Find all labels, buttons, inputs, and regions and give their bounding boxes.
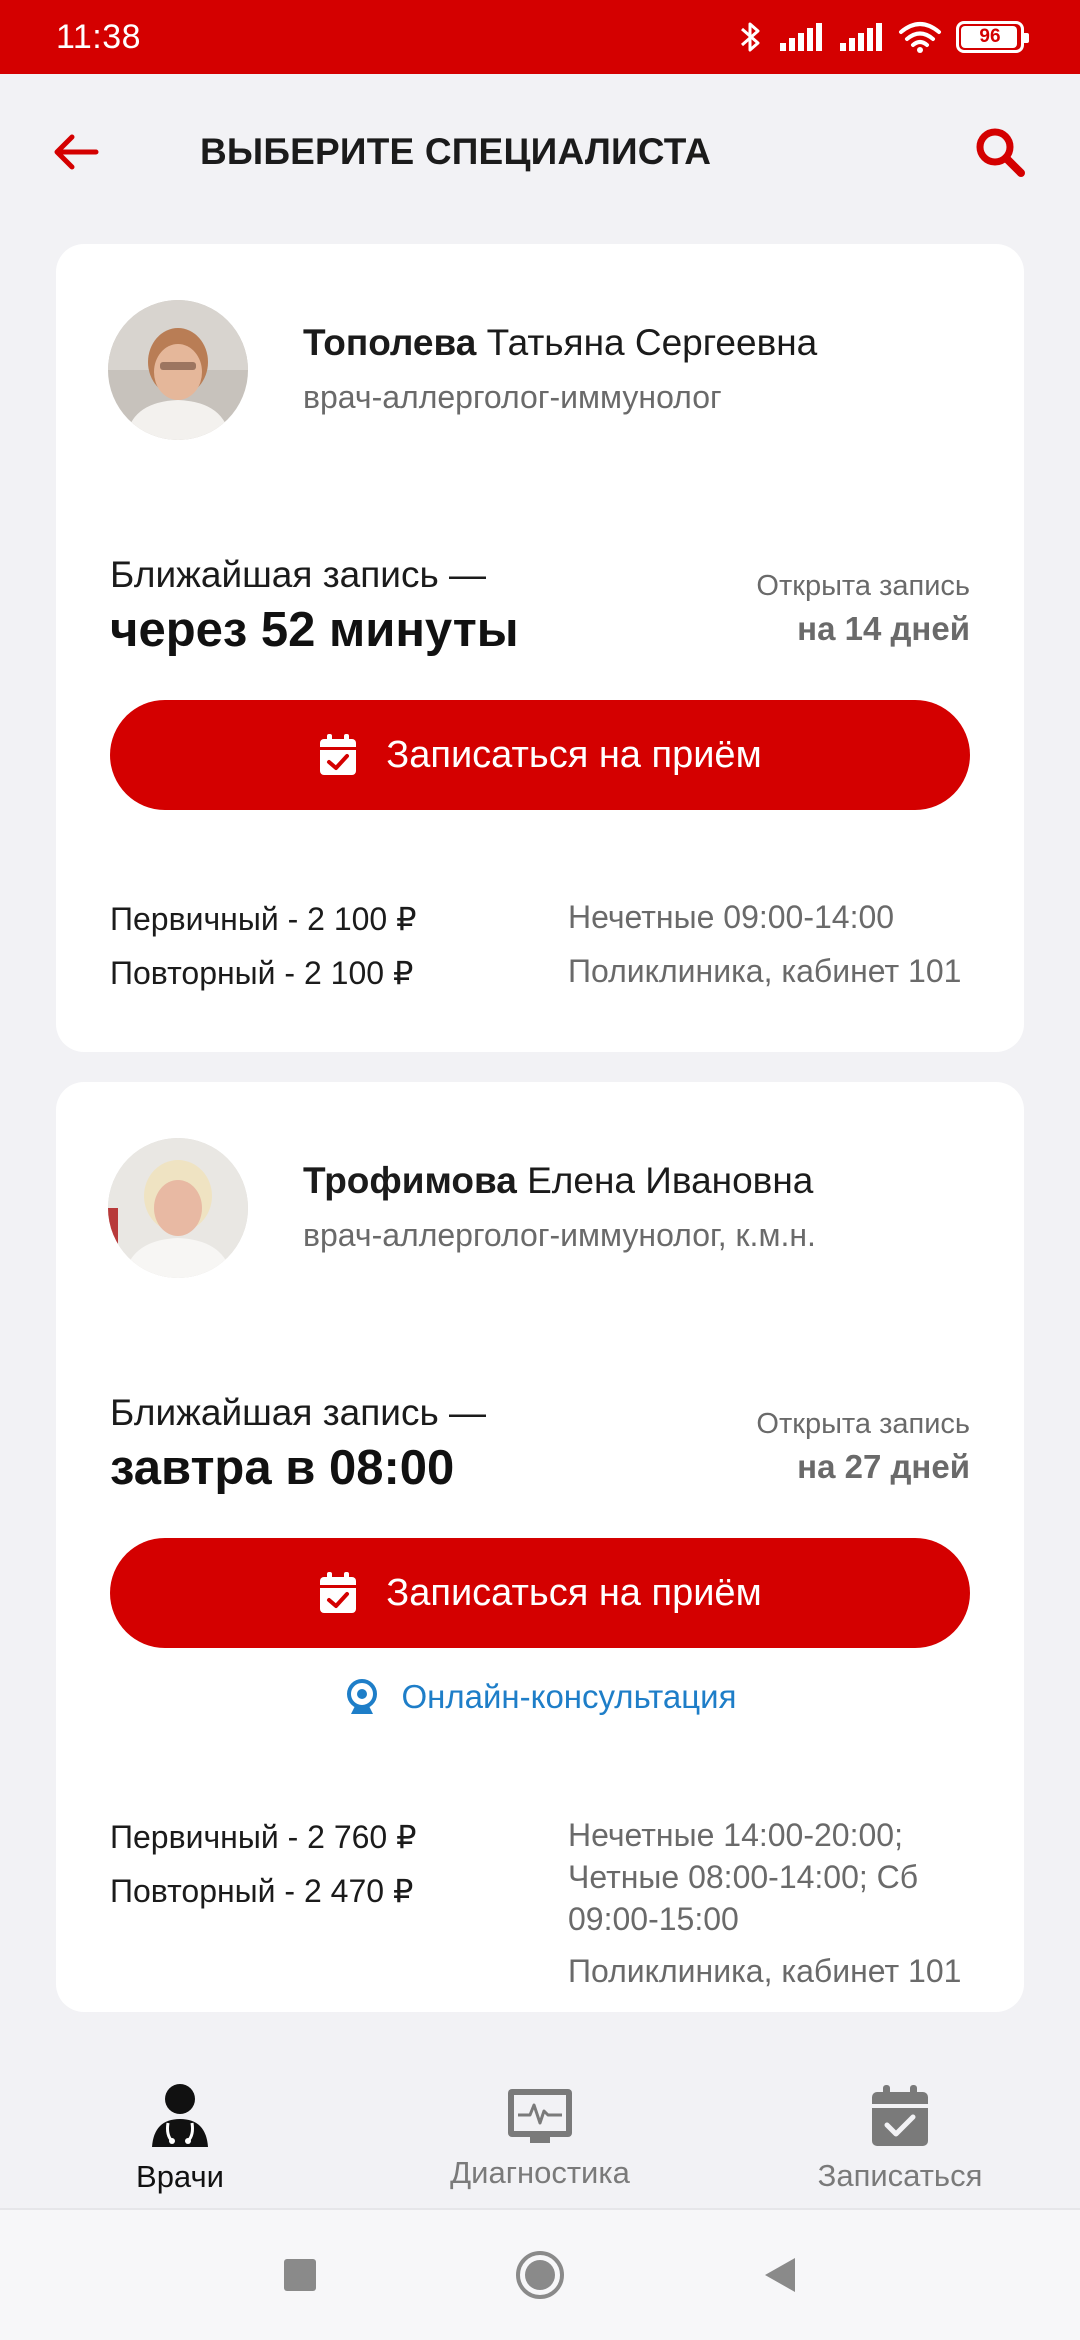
- price-primary: Первичный - 2 760 ₽: [110, 1819, 417, 1855]
- price-repeat: Повторный - 2 470 ₽: [110, 1873, 414, 1909]
- booking-open-label: Открыта запись: [756, 570, 970, 602]
- doctor-avatar: [108, 1138, 248, 1278]
- monitor-pulse-icon: [508, 2089, 572, 2143]
- bluetooth-icon: [741, 22, 760, 52]
- next-appointment-value: через 52 минуты: [110, 603, 519, 657]
- schedule-line: Нечетные 14:00-20:00;: [568, 1817, 903, 1853]
- schedule-line: Четные 08:00-14:00; Сб: [568, 1859, 919, 1895]
- next-appointment-label: Ближайшая запись —: [110, 1392, 486, 1433]
- status-icons: 96: [738, 19, 1029, 55]
- doctor-icon: [152, 2084, 208, 2147]
- square-icon: [284, 2259, 316, 2291]
- booking-open-value: на 27 дней: [797, 1448, 970, 1485]
- booking-open-value: на 14 дней: [797, 610, 970, 647]
- page-title: ВЫБЕРИТЕ СПЕЦИАЛИСТА: [200, 131, 712, 172]
- doctor-avatar: [108, 300, 248, 440]
- doctor-specialty: врач-аллерголог-иммунолог, к.м.н.: [303, 1217, 816, 1253]
- doctor-surname: Трофимова: [303, 1160, 517, 1201]
- battery-level: 96: [979, 26, 1001, 47]
- doctor-name: Тополева Татьяна Сергеевна: [303, 322, 817, 364]
- nav-label: Врачи: [136, 2159, 224, 2194]
- wifi-icon: [899, 22, 941, 53]
- nav-item-doctors[interactable]: Врачи: [0, 2048, 360, 2210]
- location: Поликлиника, кабинет 101: [568, 1953, 962, 1989]
- bottom-navigation: Врачи Диагностика Записаться: [0, 2048, 1080, 2210]
- system-back-button[interactable]: [745, 2240, 815, 2310]
- doctor-given-name: Татьяна Сергеевна: [486, 322, 818, 363]
- schedule-line: 09:00-15:00: [568, 1901, 739, 1937]
- location: Поликлиника, кабинет 101: [568, 953, 962, 989]
- doctor-given-name: Елена Ивановна: [527, 1160, 814, 1201]
- circle-icon: [516, 2251, 564, 2299]
- search-icon: [976, 128, 1025, 177]
- doctor-card[interactable]: Трофимова Елена Ивановна врач-аллерголог…: [56, 1082, 1024, 2012]
- schedule: Нечетные 14:00-20:00; Четные 08:00-14:00…: [568, 1814, 988, 1940]
- triangle-back-icon: [765, 2258, 795, 2292]
- back-button[interactable]: [48, 124, 104, 180]
- book-appointment-button[interactable]: Записаться на приём: [110, 1538, 970, 1648]
- recent-apps-button[interactable]: [265, 2240, 335, 2310]
- app-header: ВЫБЕРИТЕ СПЕЦИАЛИСТА: [0, 74, 1080, 230]
- doctor-card[interactable]: Тополева Татьяна Сергеевна врач-аллергол…: [56, 244, 1024, 1052]
- signal-icon: [780, 23, 822, 51]
- book-appointment-button[interactable]: Записаться на приём: [110, 700, 970, 810]
- online-consultation-link[interactable]: Онлайн-консультация: [56, 1678, 1024, 1716]
- status-bar: 11:38 96: [0, 0, 1080, 74]
- booking-open-label: Открыта запись: [756, 1408, 970, 1440]
- calendar-check-icon: [320, 734, 357, 775]
- next-appointment-label: Ближайшая запись —: [110, 554, 486, 595]
- doctor-specialty: врач-аллерголог-иммунолог: [303, 379, 722, 415]
- doctor-surname: Тополева: [303, 322, 477, 363]
- price-repeat: Повторный - 2 100 ₽: [110, 955, 414, 991]
- calendar-check-icon: [872, 2085, 928, 2146]
- book-appointment-label: Записаться на приём: [386, 1571, 762, 1614]
- webcam-icon: [346, 1679, 377, 1714]
- arrow-left-icon: [54, 134, 99, 170]
- schedule: Нечетные 09:00-14:00: [568, 899, 895, 935]
- nav-label: Записаться: [817, 2158, 983, 2193]
- signal-icon-2: [840, 23, 882, 51]
- price-primary: Первичный - 2 100 ₽: [110, 901, 417, 937]
- calendar-check-icon: [320, 1572, 357, 1613]
- nav-item-diagnostics[interactable]: Диагностика: [360, 2048, 720, 2210]
- status-time: 11:38: [56, 17, 142, 56]
- online-consultation-label: Онлайн-консультация: [401, 1678, 737, 1715]
- home-button[interactable]: [505, 2240, 575, 2310]
- book-appointment-label: Записаться на приём: [386, 733, 762, 776]
- nav-item-book[interactable]: Записаться: [720, 2048, 1080, 2210]
- doctor-name: Трофимова Елена Ивановна: [303, 1160, 813, 1202]
- search-button[interactable]: [968, 120, 1032, 184]
- battery-icon: 96: [956, 21, 1029, 53]
- nav-label: Диагностика: [450, 2155, 630, 2190]
- system-navigation-bar: [0, 2210, 1080, 2340]
- next-appointment-value: завтра в 08:00: [110, 1441, 455, 1495]
